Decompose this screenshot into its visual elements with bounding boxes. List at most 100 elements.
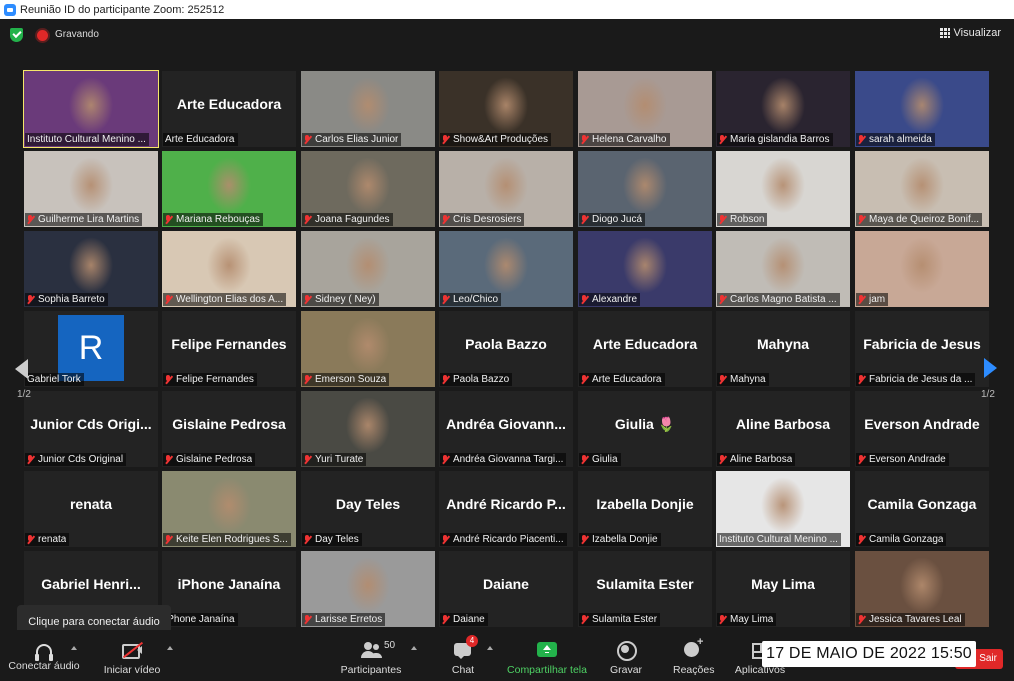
- participant-tile[interactable]: R Gabriel Tork: [24, 311, 158, 387]
- participant-tile[interactable]: Felipe Fernandes Felipe Fernandes: [162, 311, 296, 387]
- participant-tile[interactable]: Camila Gonzaga Camila Gonzaga: [855, 471, 989, 547]
- participant-name: jam: [869, 294, 886, 305]
- previous-page-arrow-icon[interactable]: [15, 359, 28, 379]
- participant-tile[interactable]: Daiane Daiane: [439, 551, 573, 627]
- participant-tile[interactable]: Carlos Magno Batista ...: [716, 231, 850, 307]
- participant-tile[interactable]: Show&Art Produções: [439, 71, 573, 147]
- participant-name: sarah almeida: [869, 134, 932, 145]
- participant-tile[interactable]: Maria gislandia Barros: [716, 71, 850, 147]
- participant-tile[interactable]: Carlos Elias Junior: [301, 71, 435, 147]
- video-options-caret-icon[interactable]: [167, 646, 173, 650]
- chat-options-caret-icon[interactable]: [487, 646, 493, 650]
- participant-tile[interactable]: Robson: [716, 151, 850, 227]
- participant-tile[interactable]: Guilherme Lira Martins: [24, 151, 158, 227]
- participant-tile[interactable]: Mariana Rebouças: [162, 151, 296, 227]
- participant-tile[interactable]: André Ricardo P... André Ricardo Piacenti…: [439, 471, 573, 547]
- participant-tile[interactable]: Maya de Queiroz Bonif...: [855, 151, 989, 227]
- participant-tile[interactable]: jam: [855, 231, 989, 307]
- participants-options-caret-icon[interactable]: [411, 646, 417, 650]
- participant-tile[interactable]: Giulia 🌷 Giulia: [578, 391, 712, 467]
- participant-tile[interactable]: Sulamita Ester Sulamita Ester: [578, 551, 712, 627]
- participant-name: Day Teles: [315, 534, 359, 545]
- participant-tile[interactable]: Aline Barbosa Aline Barbosa: [716, 391, 850, 467]
- participant-name-label: Robson: [717, 213, 768, 226]
- record-button[interactable]: Gravar: [608, 640, 644, 676]
- participant-tile[interactable]: Andréa Giovann... Andréa Giovanna Targi..…: [439, 391, 573, 467]
- audio-options-caret-icon[interactable]: [71, 646, 77, 650]
- participant-name-label: Wellington Elias dos A...: [163, 293, 287, 306]
- participant-tile[interactable]: Wellington Elias dos A...: [162, 231, 296, 307]
- participant-tile[interactable]: Cris Desrosiers: [439, 151, 573, 227]
- reactions-button[interactable]: Reações: [673, 636, 714, 676]
- start-video-button[interactable]: Iniciar vídeo: [103, 640, 161, 676]
- participant-tile[interactable]: renata renata: [24, 471, 158, 547]
- participant-name: Diogo Jucá: [592, 214, 643, 225]
- participant-name-label: Carlos Magno Batista ...: [717, 293, 840, 306]
- participant-tile[interactable]: Helena Carvalho: [578, 71, 712, 147]
- muted-microphone-icon: [858, 535, 865, 544]
- title-bar: Reunião ID do participante Zoom: 252512: [0, 0, 1014, 19]
- participant-display-name: Arte Educadora: [176, 96, 282, 112]
- participant-display-name: Fabricia de Jesus: [863, 336, 981, 352]
- participant-name: Sidney ( Ney): [315, 294, 376, 305]
- participant-tile[interactable]: Junior Cds Origi... Junior Cds Original: [24, 391, 158, 467]
- participant-tile[interactable]: Joana Fagundes: [301, 151, 435, 227]
- participant-tile[interactable]: May Lima May Lima: [716, 551, 850, 627]
- participant-tile[interactable]: Diogo Jucá: [578, 151, 712, 227]
- participants-button[interactable]: 50 Participantes: [340, 640, 402, 676]
- participant-tile[interactable]: Everson Andrade Everson Andrade: [855, 391, 989, 467]
- reactions-icon: [682, 636, 704, 660]
- muted-microphone-icon: [304, 135, 311, 144]
- participant-tile[interactable]: Day Teles Day Teles: [301, 471, 435, 547]
- participant-avatar: R: [58, 315, 124, 381]
- participant-tile[interactable]: Izabella Donjie Izabella Donjie: [578, 471, 712, 547]
- participant-name-label: Yuri Turate: [302, 453, 367, 466]
- participant-name-label: Day Teles: [302, 533, 362, 546]
- participant-tile[interactable]: Arte Educadora Arte Educadora: [578, 311, 712, 387]
- participant-tile[interactable]: Keite Elen Rodrigues S...: [162, 471, 296, 547]
- participant-name: Giulia: [592, 454, 618, 465]
- date-time-stamp: 17 DE MAIO DE 2022 15:50: [762, 641, 976, 667]
- participant-name: Maya de Queiroz Bonif...: [869, 214, 980, 225]
- participant-tile[interactable]: Gislaine Pedrosa Gislaine Pedrosa: [162, 391, 296, 467]
- participant-display-name: Gislaine Pedrosa: [172, 416, 286, 432]
- participant-name: Instituto Cultural Menino ...: [719, 534, 838, 545]
- participant-tile[interactable]: Mahyna Mahyna: [716, 311, 850, 387]
- participants-icon: 50: [360, 640, 395, 660]
- participant-tile[interactable]: Sidney ( Ney): [301, 231, 435, 307]
- participant-tile[interactable]: iPhone Janaína iPhone Janaína: [162, 551, 296, 627]
- share-screen-label: Compartilhar tela: [507, 664, 587, 676]
- participant-display-name: Paola Bazzo: [465, 336, 547, 352]
- view-button[interactable]: Visualizar: [939, 27, 1001, 39]
- chat-button[interactable]: 4 Chat: [448, 635, 478, 676]
- participant-tile[interactable]: Arte Educadora Arte Educadora: [162, 71, 296, 147]
- participant-tile[interactable]: sarah almeida: [855, 71, 989, 147]
- participant-tile[interactable]: Emerson Souza: [301, 311, 435, 387]
- participant-tile[interactable]: Sophia Barreto: [24, 231, 158, 307]
- recording-label: Gravando: [55, 29, 99, 40]
- participant-tile[interactable]: Instituto Cultural Menino ...: [23, 70, 159, 148]
- muted-microphone-icon: [858, 615, 865, 624]
- security-shield-icon[interactable]: [10, 28, 23, 42]
- participant-tile[interactable]: Yuri Turate: [301, 391, 435, 467]
- participant-tile[interactable]: Fabricia de Jesus Fabricia de Jesus da ..…: [855, 311, 989, 387]
- participant-tile[interactable]: Paola Bazzo Paola Bazzo: [439, 311, 573, 387]
- participant-name: Paola Bazzo: [453, 374, 510, 385]
- participant-name: Andréa Giovanna Targi...: [453, 454, 564, 465]
- participant-tile[interactable]: Instituto Cultural Menino ...: [716, 471, 850, 547]
- muted-microphone-icon: [442, 295, 449, 304]
- chat-unread-badge: 4: [466, 635, 478, 647]
- participant-tile[interactable]: Alexandre: [578, 231, 712, 307]
- participant-tile[interactable]: Jessica Tavares Leal: [855, 551, 989, 627]
- participant-tile[interactable]: Larisse Erretos: [301, 551, 435, 627]
- meeting-window: Gravando Visualizar Instituto Cultural M…: [0, 19, 1014, 681]
- participant-name: Carlos Elias Junior: [315, 134, 399, 145]
- participant-name-label: Maria gislandia Barros: [717, 133, 833, 146]
- next-page-arrow-icon[interactable]: [984, 358, 997, 378]
- participant-name: Joana Fagundes: [315, 214, 390, 225]
- share-screen-button[interactable]: Compartilhar tela: [505, 640, 589, 676]
- recording-icon: [37, 30, 48, 41]
- muted-microphone-icon: [858, 215, 865, 224]
- connect-audio-button[interactable]: Conectar áudio: [8, 640, 80, 672]
- participant-tile[interactable]: Leo/Chico: [439, 231, 573, 307]
